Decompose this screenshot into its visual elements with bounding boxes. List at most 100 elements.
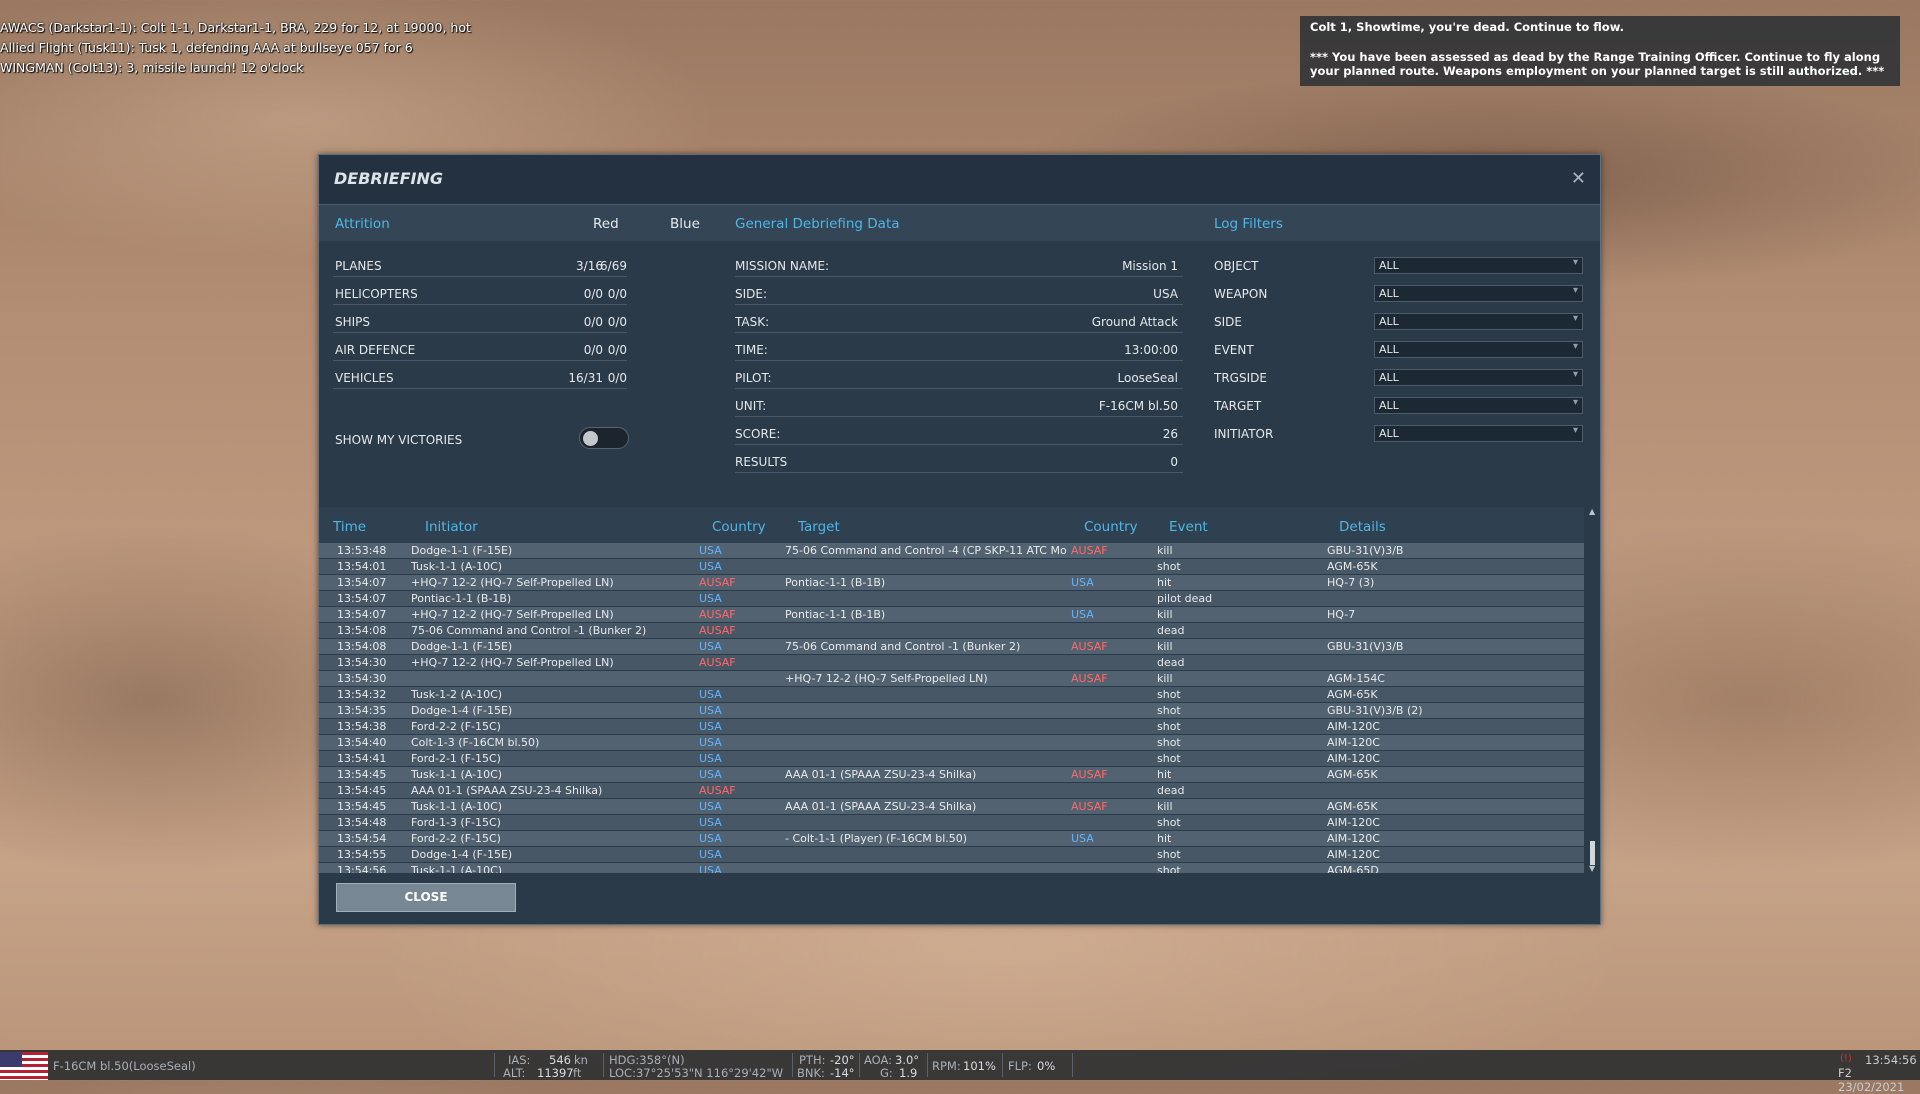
log-cell: 13:54:01 xyxy=(337,560,387,573)
log-cell: 75-06 Command and Control -4 (CP SKP-11 … xyxy=(785,544,1067,557)
attrition-row: AIR DEFENCE 0/0 0/0 xyxy=(333,339,627,361)
show-victories-toggle[interactable] xyxy=(579,427,629,449)
log-cell: HQ-7 (3) xyxy=(1327,576,1375,589)
col-time[interactable]: Time xyxy=(333,519,366,535)
general-data-value: F-16CM bl.50 xyxy=(1098,399,1178,413)
general-data-row: SIDE: USA xyxy=(735,283,1183,305)
scroll-thumb[interactable] xyxy=(1590,841,1595,865)
table-row[interactable]: 13:54:56 Tusk-1-1 (A-10C) USA shot AGM-65D xyxy=(319,863,1584,873)
table-row[interactable]: 13:54:30 +HQ-7 12-2 (HQ-7 Self-Propelled … xyxy=(319,671,1584,687)
general-data-value: Ground Attack xyxy=(1091,315,1178,329)
log-cell: USA xyxy=(699,720,722,733)
general-data-row: MISSION NAME: Mission 1 xyxy=(735,255,1183,277)
filter-label: TARGET xyxy=(1214,399,1262,413)
attrition-blue: 0/0 xyxy=(607,315,627,329)
table-row[interactable]: 13:54:45 Tusk-1-1 (A-10C) USA AAA 01-1 (SPA… xyxy=(319,767,1584,783)
radio-message: AWACS (Darkstar1-1): Colt 1-1, Darkstar1… xyxy=(0,20,471,35)
filter-select[interactable]: ALL ▾ xyxy=(1374,313,1583,330)
radio-message: Allied Flight (Tusk11): Tusk 1, defendin… xyxy=(0,40,413,55)
pitch-label: PTH: xyxy=(799,1053,826,1067)
log-cell: Ford-2-2 (F-15C) xyxy=(411,720,501,733)
log-cell: shot xyxy=(1157,560,1181,573)
filter-label: WEAPON xyxy=(1214,287,1268,301)
table-row[interactable]: 13:54:08 75-06 Command and Control -1 (Bu… xyxy=(319,623,1584,639)
log-cell: AUSAF xyxy=(1071,672,1108,685)
general-data-row: RESULTS 0 xyxy=(735,451,1183,473)
log-scrollbar[interactable]: ▲ ▼ xyxy=(1588,507,1598,873)
log-cell: USA xyxy=(699,768,722,781)
log-cell: AIM-120C xyxy=(1327,816,1380,829)
table-row[interactable]: 13:54:45 Tusk-1-1 (A-10C) USA AAA 01-1 (SPA… xyxy=(319,799,1584,815)
log-cell: +HQ-7 12-2 (HQ-7 Self-Propelled LN) xyxy=(411,608,614,621)
log-cell: 13:54:08 xyxy=(337,624,387,637)
scroll-up-icon[interactable]: ▲ xyxy=(1589,507,1595,516)
log-cell: Tusk-1-1 (A-10C) xyxy=(411,800,503,813)
table-row[interactable]: 13:54:48 Ford-1-3 (F-15C) USA shot AIM-120C xyxy=(319,815,1584,831)
table-row[interactable]: 13:54:41 Ford-2-1 (F-15C) USA shot AIM-120C xyxy=(319,751,1584,767)
table-row[interactable]: 13:54:07 +HQ-7 12-2 (HQ-7 Self-Propelled … xyxy=(319,575,1584,591)
col-event[interactable]: Event xyxy=(1169,519,1208,535)
general-data-header: General Debriefing Data xyxy=(735,216,900,232)
filter-select[interactable]: ALL ▾ xyxy=(1374,341,1583,358)
log-cell: kill xyxy=(1157,544,1173,557)
log-cell: USA xyxy=(699,816,722,829)
table-row[interactable]: 13:54:38 Ford-2-2 (F-15C) USA shot AIM-120C xyxy=(319,719,1584,735)
general-data-label: UNIT: xyxy=(735,399,767,413)
log-cell: AAA 01-1 (SPAAA ZSU-23-4 Shilka) xyxy=(785,768,977,781)
filter-value: ALL xyxy=(1379,371,1399,384)
scroll-down-icon[interactable]: ▼ xyxy=(1589,864,1595,873)
table-row[interactable]: 13:54:01 Tusk-1-1 (A-10C) USA shot AGM-65K xyxy=(319,559,1584,575)
close-icon[interactable]: ✕ xyxy=(1571,168,1586,189)
col-country[interactable]: Country xyxy=(712,519,766,535)
ias-unit: kn xyxy=(574,1053,588,1067)
chevron-down-icon: ▾ xyxy=(1572,369,1578,380)
table-row[interactable]: 13:54:40 Colt-1-3 (F-16CM bl.50) USA shot AI… xyxy=(319,735,1584,751)
log-cell: AUSAF xyxy=(699,624,736,637)
log-cell: hit xyxy=(1157,768,1172,781)
log-cell: AUSAF xyxy=(1071,768,1108,781)
radio-messages: AWACS (Darkstar1-1): Colt 1-1, Darkstar1… xyxy=(0,18,471,78)
section-headers: Attrition Red Blue General Debriefing Da… xyxy=(319,205,1600,241)
log-cell: Ford-2-2 (F-15C) xyxy=(411,832,501,845)
filter-value: ALL xyxy=(1379,315,1399,328)
log-cell: USA xyxy=(699,736,722,749)
table-row[interactable]: 13:54:32 Tusk-1-2 (A-10C) USA shot AGM-65K xyxy=(319,687,1584,703)
log-cell: USA xyxy=(699,848,722,861)
log-cell: 13:53:48 xyxy=(337,544,387,557)
col-initiator[interactable]: Initiator xyxy=(425,519,478,535)
log-cell: USA xyxy=(699,560,722,573)
log-cell: dead xyxy=(1157,656,1185,669)
table-row[interactable]: 13:54:30 +HQ-7 12-2 (HQ-7 Self-Propelled … xyxy=(319,655,1584,671)
table-row[interactable]: 13:54:55 Dodge-1-4 (F-15E) USA shot AIM-120C xyxy=(319,847,1584,863)
log-cell: USA xyxy=(1071,832,1094,845)
log-table-header: Time Initiator Country Target Country Ev… xyxy=(319,507,1584,543)
table-row[interactable]: 13:53:48 Dodge-1-1 (F-15E) USA 75-06 Comman… xyxy=(319,543,1584,559)
chevron-down-icon: ▾ xyxy=(1572,397,1578,408)
table-row[interactable]: 13:54:07 +HQ-7 12-2 (HQ-7 Self-Propelled … xyxy=(319,607,1584,623)
filter-select[interactable]: ALL ▾ xyxy=(1374,257,1583,274)
log-cell: shot xyxy=(1157,816,1181,829)
dialog-title: DEBRIEFING xyxy=(334,169,444,188)
col-details[interactable]: Details xyxy=(1339,519,1386,535)
table-row[interactable]: 13:54:07 Pontiac-1-1 (B-1B) USA pilot dead xyxy=(319,591,1584,607)
table-row[interactable]: 13:54:35 Dodge-1-4 (F-15E) USA shot GBU-31(V… xyxy=(319,703,1584,719)
filter-select[interactable]: ALL ▾ xyxy=(1374,369,1583,386)
log-cell: AIM-120C xyxy=(1327,848,1380,861)
col-target-country[interactable]: Country xyxy=(1084,519,1138,535)
log-cell: 13:54:35 xyxy=(337,704,387,717)
log-cell: kill xyxy=(1157,608,1173,621)
col-target[interactable]: Target xyxy=(798,519,840,535)
log-cell: GBU-31(V)3/B xyxy=(1327,640,1404,653)
attrition-label: HELICOPTERS xyxy=(335,287,418,301)
attrition-row: VEHICLES 16/31 0/0 xyxy=(333,367,627,389)
filter-select[interactable]: ALL ▾ xyxy=(1374,397,1583,414)
table-row[interactable]: 13:54:08 Dodge-1-1 (F-15E) USA 75-06 Comman… xyxy=(319,639,1584,655)
log-cell: +HQ-7 12-2 (HQ-7 Self-Propelled LN) xyxy=(411,656,614,669)
general-data-label: PILOT: xyxy=(735,371,772,385)
table-row[interactable]: 13:54:54 Ford-2-2 (F-15C) USA - Colt-1-1 (P… xyxy=(319,831,1584,847)
filter-select[interactable]: ALL ▾ xyxy=(1374,425,1583,442)
close-button[interactable]: CLOSE xyxy=(336,883,516,912)
filter-select[interactable]: ALL ▾ xyxy=(1374,285,1583,302)
table-row[interactable]: 13:54:45 AAA 01-1 (SPAAA ZSU-23-4 Shilka)… xyxy=(319,783,1584,799)
log-cell: USA xyxy=(699,864,722,873)
